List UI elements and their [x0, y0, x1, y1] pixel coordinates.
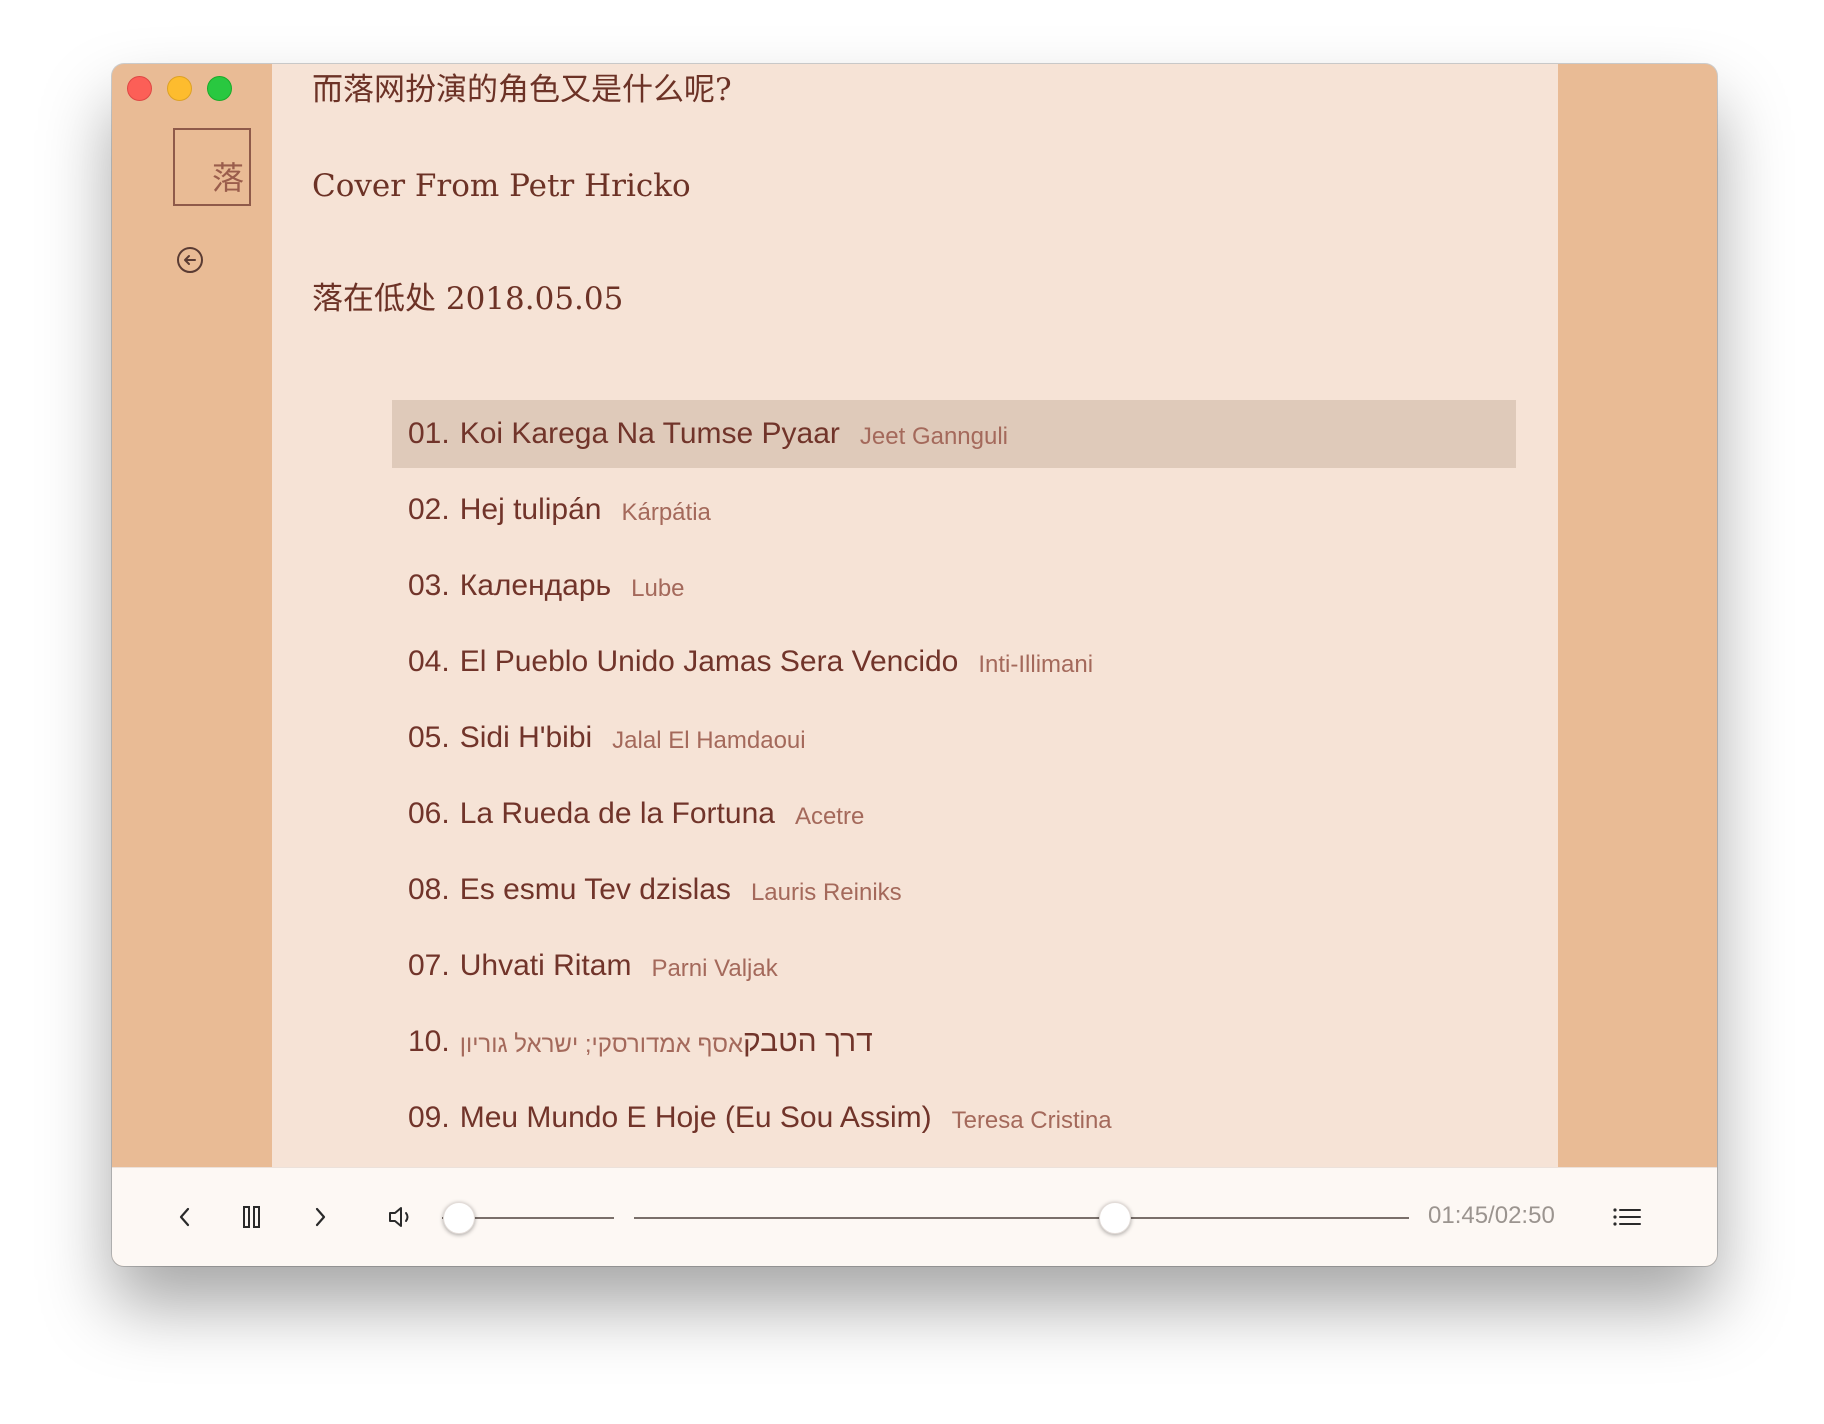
cover-credit: Cover From Petr Hricko: [312, 168, 691, 204]
album-signature: 落在低处 2018.05.05: [312, 281, 624, 317]
list-icon: [1613, 1208, 1641, 1226]
previous-button[interactable]: [164, 1196, 206, 1238]
back-button[interactable]: [176, 246, 204, 274]
track-row[interactable]: 05. Sidi H'bibi Jalal El Hamdaoui: [392, 704, 1516, 772]
track-title: Es esmu Tev dzislas: [459, 873, 731, 906]
track-artist: Inti-Illimani: [978, 651, 1094, 678]
track-title: Uhvati Ritam: [459, 949, 632, 982]
track-artist: Parni Valjak: [651, 955, 778, 982]
app-window: 落 而落网扮演的角色又是什么呢? Cover From Petr Hricko …: [112, 64, 1717, 1266]
track-title: Sidi H'bibi: [459, 721, 593, 754]
track-row[interactable]: 04. El Pueblo Unido Jamas Sera Vencido Int…: [392, 628, 1516, 696]
track-number: 10.: [408, 1025, 450, 1058]
track-list: 01. Koi Karega Na Tumse Pyaar Jeet Ganngul…: [392, 400, 1516, 1160]
track-row[interactable]: 03. Календарь Lube: [392, 552, 1516, 620]
track-title: Meu Mundo E Hoje (Eu Sou Assim): [459, 1101, 932, 1134]
track-title: Календарь: [459, 569, 612, 602]
track-title: דרך הטבק: [743, 1025, 873, 1058]
track-number: 07.: [408, 949, 450, 982]
track-row[interactable]: 02. Hej tulipán Kárpátia: [392, 476, 1516, 544]
track-number: 08.: [408, 873, 450, 906]
speaker-icon: [389, 1207, 409, 1227]
track-title: La Rueda de la Fortuna: [459, 797, 775, 830]
track-title: El Pueblo Unido Jamas Sera Vencido: [459, 645, 959, 678]
track-number: 06.: [408, 797, 450, 830]
app-logo[interactable]: 落: [173, 128, 251, 206]
progress-slider-handle[interactable]: [1098, 1202, 1131, 1234]
track-artist: Teresa Cristina: [951, 1107, 1112, 1134]
track-row[interactable]: 01. Koi Karega Na Tumse Pyaar Jeet Ganngul…: [392, 400, 1516, 468]
track-artist: Acetre: [794, 803, 865, 830]
album-detail: 而落网扮演的角色又是什么呢? Cover From Petr Hricko 落在…: [272, 64, 1558, 1167]
player-bar: 01:45/02:50: [112, 1167, 1717, 1266]
track-title: Hej tulipán: [459, 493, 602, 526]
logo-text: 落: [211, 159, 244, 197]
track-artist: Jalal El Hamdaoui: [612, 727, 806, 754]
track-row[interactable]: 06. La Rueda de la Fortuna Acetre: [392, 780, 1516, 848]
pause-button[interactable]: [231, 1196, 273, 1238]
album-question: 而落网扮演的角色又是什么呢?: [312, 72, 732, 108]
track-artist: Kárpátia: [621, 499, 711, 526]
track-artist: Lube: [631, 575, 685, 602]
track-artist: אסף אמדורסקי; ישראל גוריון: [459, 1031, 744, 1058]
track-title: Koi Karega Na Tumse Pyaar: [459, 417, 840, 450]
track-row[interactable]: 07. Uhvati Ritam Parni Valjak: [392, 932, 1516, 1000]
track-number: 03.: [408, 569, 450, 602]
track-number: 09.: [408, 1101, 450, 1134]
track-artist: Lauris Reiniks: [750, 879, 902, 906]
pause-icon: [243, 1206, 260, 1228]
track-number: 04.: [408, 645, 450, 678]
playlist-button[interactable]: [1606, 1196, 1648, 1238]
volume-button[interactable]: [381, 1196, 423, 1238]
track-row[interactable]: 08. Es esmu Tev dzislas Lauris Reiniks: [392, 856, 1516, 924]
next-button[interactable]: [299, 1196, 341, 1238]
progress-track[interactable]: [634, 1217, 1409, 1219]
track-number: 01.: [408, 417, 450, 450]
track-number: 02.: [408, 493, 450, 526]
track-row[interactable]: 09. Meu Mundo E Hoje (Eu Sou Assim) Teresa…: [392, 1084, 1516, 1152]
circle-arrow-left-icon: [177, 247, 203, 273]
chevron-left-icon: [179, 1207, 190, 1227]
track-number: 05.: [408, 721, 450, 754]
sidebar: 落: [112, 64, 272, 1167]
chevron-right-icon: [315, 1207, 326, 1227]
time-display: 01:45/02:50: [1428, 1202, 1555, 1229]
volume-slider-handle[interactable]: [443, 1202, 476, 1234]
track-row[interactable]: 10. אסף אמדורסקי; ישראל גוריון דרך הטבק: [392, 1008, 1516, 1076]
track-artist: Jeet Gannguli: [859, 423, 1009, 450]
